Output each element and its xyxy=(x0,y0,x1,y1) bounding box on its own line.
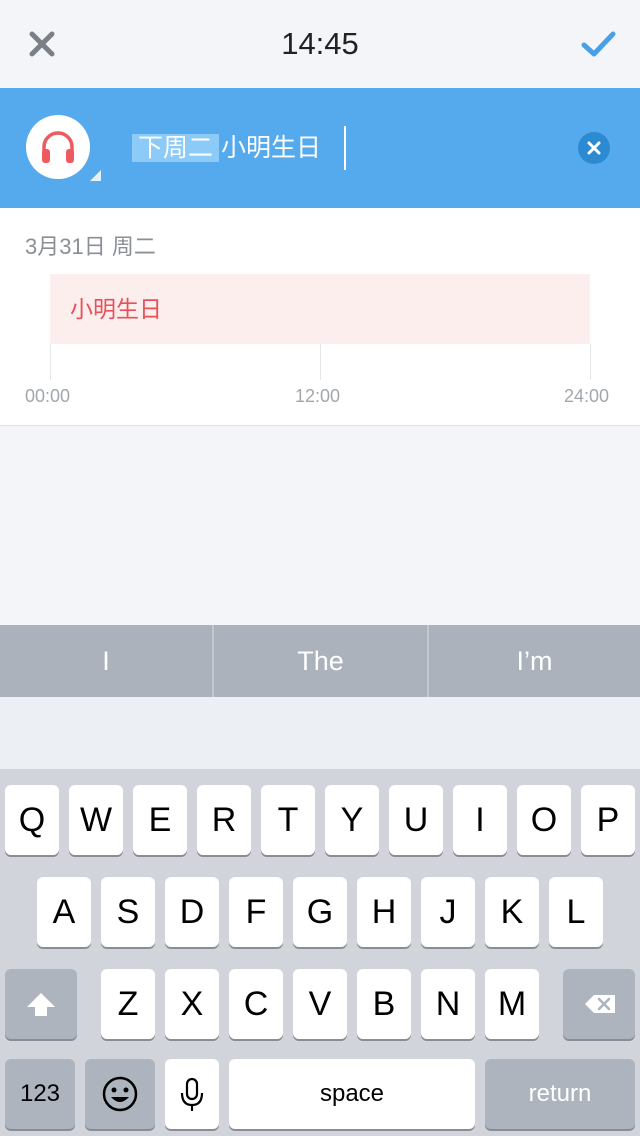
event-title: 小明生日 xyxy=(70,296,162,322)
key-o[interactable]: O xyxy=(517,785,571,855)
keyboard-spacer xyxy=(0,697,640,769)
key-n[interactable]: N xyxy=(421,969,475,1039)
key-p[interactable]: P xyxy=(581,785,635,855)
suggestion-1[interactable]: I xyxy=(0,625,212,697)
event-preview: 3月31日 周二 小明生日 00:00 12:00 24:00 xyxy=(0,208,640,426)
key-i[interactable]: I xyxy=(453,785,507,855)
key-a[interactable]: A xyxy=(37,877,91,947)
timeline-tick-mid xyxy=(320,344,321,380)
timeline-tick-end xyxy=(590,344,591,380)
key-s[interactable]: S xyxy=(101,877,155,947)
clear-input-button[interactable] xyxy=(578,132,610,164)
headphones-icon xyxy=(42,131,74,163)
return-key[interactable]: return xyxy=(485,1059,635,1129)
input-event-text: 小明生日 xyxy=(221,134,322,162)
key-t[interactable]: T xyxy=(261,785,315,855)
emoji-key[interactable] xyxy=(85,1059,155,1129)
event-date-label: 3月31日 周二 xyxy=(25,234,156,259)
predictive-bar: I The I’m xyxy=(0,625,640,697)
clear-icon xyxy=(587,141,601,155)
key-e[interactable]: E xyxy=(133,785,187,855)
shift-key[interactable] xyxy=(5,969,77,1039)
key-y[interactable]: Y xyxy=(325,785,379,855)
key-h[interactable]: H xyxy=(357,877,411,947)
timeline-tick-start xyxy=(50,344,51,380)
emoji-icon xyxy=(102,1076,138,1112)
backspace-icon xyxy=(585,995,615,1013)
key-m[interactable]: M xyxy=(485,969,539,1039)
timeline-label-end: 24:00 xyxy=(564,386,610,406)
key-g[interactable]: G xyxy=(293,877,347,947)
voice-input-bar: 下周二 小明生日 xyxy=(0,88,640,208)
key-k[interactable]: K xyxy=(485,877,539,947)
recognized-date-token: 下周二 xyxy=(132,134,220,162)
confirm-check-icon[interactable] xyxy=(578,24,618,64)
key-w[interactable]: W xyxy=(69,785,123,855)
header-time: 14:45 xyxy=(281,26,359,61)
key-v[interactable]: V xyxy=(293,969,347,1039)
numbers-key[interactable]: 123 xyxy=(5,1059,75,1129)
space-key[interactable]: space xyxy=(229,1059,475,1129)
event-block[interactable]: 小明生日 xyxy=(50,274,590,344)
key-x[interactable]: X xyxy=(165,969,219,1039)
key-d[interactable]: D xyxy=(165,877,219,947)
voice-input-button[interactable] xyxy=(26,115,90,179)
timeline-label-mid: 12:00 xyxy=(295,386,341,406)
key-f[interactable]: F xyxy=(229,877,283,947)
key-z[interactable]: Z xyxy=(101,969,155,1039)
event-text-input[interactable]: 下周二 小明生日 xyxy=(132,128,321,168)
key-b[interactable]: B xyxy=(357,969,411,1039)
key-j[interactable]: J xyxy=(421,877,475,947)
delete-key[interactable] xyxy=(563,969,635,1039)
text-caret xyxy=(344,126,346,170)
key-q[interactable]: Q xyxy=(5,785,59,855)
keyboard: Q W E R T Y U I O P A S D F G H J K L Z … xyxy=(0,769,640,1136)
key-r[interactable]: R xyxy=(197,785,251,855)
dictation-key[interactable] xyxy=(165,1059,219,1129)
shift-arrow-icon xyxy=(27,993,55,1016)
key-l[interactable]: L xyxy=(549,877,603,947)
suggestion-3[interactable]: I’m xyxy=(429,625,640,697)
key-c[interactable]: C xyxy=(229,969,283,1039)
timeline-label-start: 00:00 xyxy=(25,386,71,406)
microphone-icon xyxy=(180,1077,204,1111)
top-bar: 14:45 xyxy=(0,0,640,88)
avatar-corner-marker xyxy=(90,170,101,181)
suggestion-2[interactable]: The xyxy=(214,625,427,697)
key-u[interactable]: U xyxy=(389,785,443,855)
